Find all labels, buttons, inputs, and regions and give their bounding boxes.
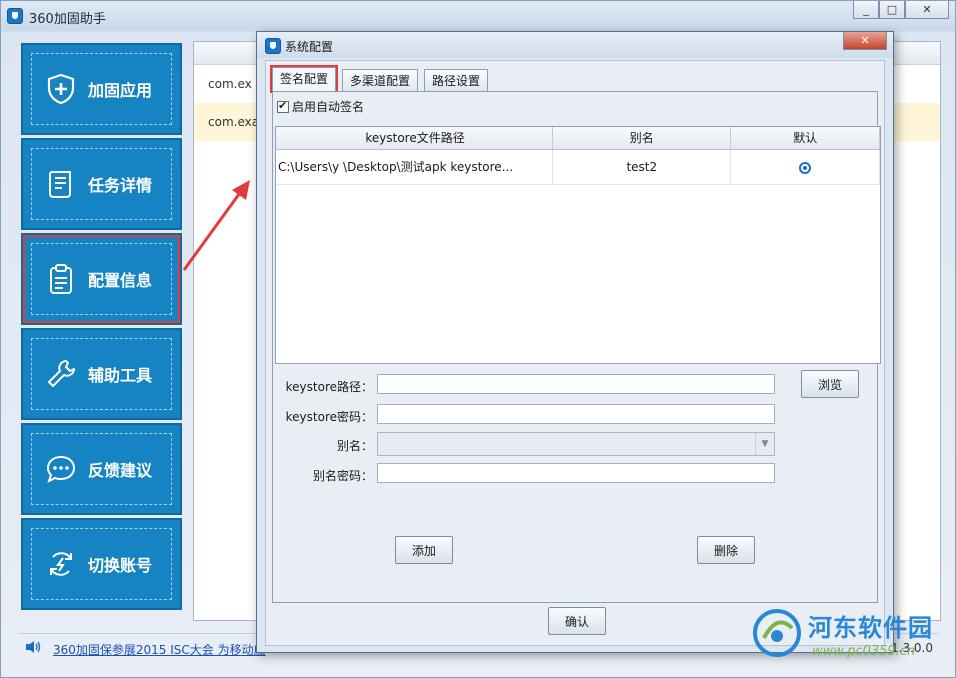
sidebar-item-label: 反馈建议 bbox=[88, 461, 153, 480]
sidebar-item-feedback[interactable]: 反馈建议 bbox=[21, 423, 182, 515]
keystore-path-label: keystore路径： bbox=[285, 380, 373, 394]
maximize-button[interactable]: □ bbox=[879, 1, 905, 19]
default-cell bbox=[731, 150, 880, 184]
tab-path-settings[interactable]: 路径设置 bbox=[424, 69, 489, 91]
clipboard-icon bbox=[50, 264, 72, 294]
watermark: 河东软件园 www.pc0359.cn bbox=[752, 604, 952, 674]
watermark-name: 河东软件园 bbox=[808, 614, 933, 642]
sign-config-panel: 启用自动签名 keystore文件路径 别名 默认 C:\Users\y \De… bbox=[272, 91, 881, 603]
sidebar-item-harden-app[interactable]: 加固应用 bbox=[21, 43, 182, 135]
keystore-path-cell: C:\Users\y \Desktop\测试apk keystore... bbox=[276, 150, 554, 184]
table-header: keystore文件路径 别名 默认 bbox=[276, 127, 880, 150]
shield-plus-icon bbox=[47, 73, 75, 105]
watermark-logo-icon bbox=[753, 609, 801, 657]
sidebar-item-label: 加固应用 bbox=[88, 81, 153, 100]
chevron-down-icon[interactable]: ▼ bbox=[755, 433, 774, 455]
alias-password-label: 别名密码： bbox=[312, 469, 373, 483]
column-header-path[interactable]: keystore文件路径 bbox=[276, 127, 554, 149]
dialog-close-button[interactable]: ✕ bbox=[843, 32, 887, 50]
auto-sign-checkbox[interactable] bbox=[277, 99, 289, 113]
auto-sign-option[interactable]: 启用自动签名 bbox=[277, 98, 364, 115]
document-list-icon bbox=[49, 171, 71, 198]
close-button[interactable]: ✕ bbox=[905, 1, 949, 19]
tab-sign-config[interactable]: 签名配置 bbox=[269, 65, 339, 93]
column-header-alias[interactable]: 别名 bbox=[553, 127, 732, 149]
delete-button[interactable]: 删除 bbox=[697, 536, 755, 564]
app-shield-icon bbox=[265, 38, 281, 54]
system-config-dialog: 系统配置 ✕ 签名配置 多渠道配置 路径设置 启用自动签名 keystore文件… bbox=[256, 31, 894, 653]
alias-cell: test2 bbox=[553, 150, 732, 184]
sidebar-item-task-details[interactable]: 任务详情 bbox=[21, 138, 182, 230]
watermark-url: www.pc0359.cn bbox=[812, 644, 916, 659]
sidebar: 加固应用 任务详情 配置信息 辅助工具 反馈建议 切换账号 bbox=[21, 43, 182, 613]
sidebar-item-aux-tools[interactable]: 辅助工具 bbox=[21, 328, 182, 420]
auto-sign-label: 启用自动签名 bbox=[292, 100, 365, 114]
red-arrow-annotation bbox=[182, 180, 250, 271]
alias-password-input[interactable] bbox=[377, 463, 775, 483]
main-window-title: 360加固助手 bbox=[29, 12, 106, 27]
alias-label: 别名： bbox=[336, 439, 373, 453]
alias-select[interactable]: ▼ bbox=[377, 432, 775, 456]
sidebar-item-label: 辅助工具 bbox=[88, 366, 153, 385]
wrench-icon bbox=[48, 360, 75, 387]
sidebar-item-label: 任务详情 bbox=[88, 176, 153, 195]
speaker-icon bbox=[26, 641, 41, 653]
keystore-path-input[interactable] bbox=[377, 374, 775, 394]
chat-bubble-icon bbox=[46, 455, 76, 483]
keystore-password-label: keystore密码： bbox=[285, 410, 373, 424]
dialog-title: 系统配置 bbox=[285, 40, 334, 54]
browse-button[interactable]: 浏览 bbox=[801, 370, 859, 398]
app-shield-icon bbox=[7, 8, 23, 24]
main-titlebar[interactable]: 360加固助手 _ □ ✕ bbox=[1, 1, 955, 29]
dialog-titlebar[interactable]: 系统配置 ✕ bbox=[257, 32, 893, 58]
dialog-body: 签名配置 多渠道配置 路径设置 启用自动签名 keystore文件路径 别名 默… bbox=[265, 60, 885, 646]
news-link[interactable]: 360加固保参展2015 ISC大会 为移动应 bbox=[53, 641, 266, 658]
tab-multi-channel-config[interactable]: 多渠道配置 bbox=[342, 69, 419, 91]
column-header-default[interactable]: 默认 bbox=[731, 127, 880, 149]
keystore-table: keystore文件路径 别名 默认 C:\Users\y \Desktop\测… bbox=[275, 126, 881, 364]
sidebar-item-label: 配置信息 bbox=[88, 271, 153, 290]
minimize-button[interactable]: _ bbox=[853, 1, 879, 19]
add-button[interactable]: 添加 bbox=[395, 536, 453, 564]
keystore-password-input[interactable] bbox=[377, 404, 775, 424]
sidebar-item-label: 切换账号 bbox=[88, 556, 153, 575]
default-radio[interactable] bbox=[799, 161, 812, 174]
table-row[interactable]: C:\Users\y \Desktop\测试apk keystore... te… bbox=[276, 150, 880, 185]
confirm-button[interactable]: 确认 bbox=[548, 607, 606, 635]
sidebar-item-switch-account[interactable]: 切换账号 bbox=[21, 518, 182, 610]
sidebar-item-config-info[interactable]: 配置信息 bbox=[21, 233, 182, 325]
switch-account-icon bbox=[50, 552, 72, 576]
